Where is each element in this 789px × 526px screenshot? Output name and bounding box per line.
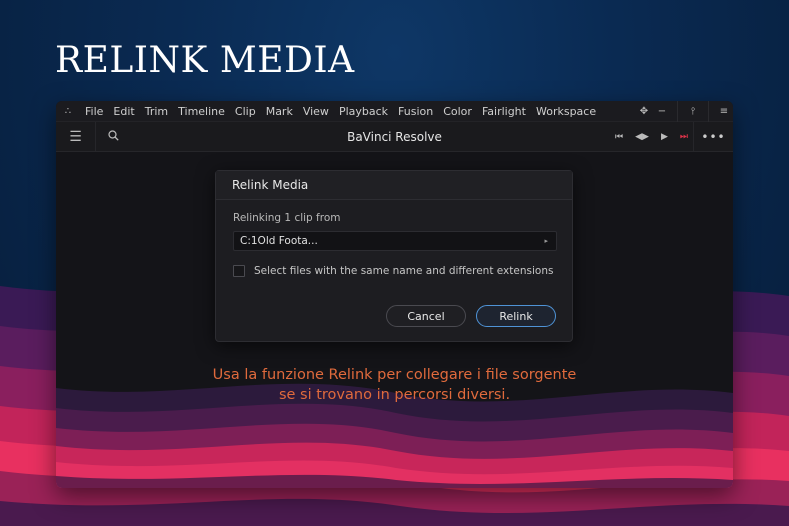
menu-color[interactable]: Color (438, 105, 477, 118)
menu-view[interactable]: View (298, 105, 334, 118)
cancel-button[interactable]: Cancel (386, 305, 466, 327)
dialog-buttons: Cancel Relink (386, 305, 556, 327)
divider (677, 101, 678, 122)
dialog-body: Relinking 1 clip from C:1Old Foota... ▸ … (216, 200, 572, 277)
window-controls: ✥ − ⫯ ≡ (635, 101, 733, 122)
network-icon[interactable]: ⫯ (684, 106, 702, 117)
same-name-option[interactable]: Select files with the same name and diff… (233, 265, 555, 277)
toolbar: ☰ BaVinci Resolve ⏮ ◀▶ ▶ ⏭ ••• (56, 121, 733, 152)
dropdown-arrow-icon: ▸ (544, 237, 548, 245)
hamburger-menu-icon[interactable]: ☰ (56, 121, 96, 152)
step-frames-icon[interactable]: ◀▶ (635, 132, 649, 142)
menu-bar: ∴ File Edit Trim Timeline Clip Mark View… (56, 101, 733, 122)
menu-timeline[interactable]: Timeline (173, 105, 230, 118)
minimize-icon[interactable]: − (653, 106, 671, 117)
menu-trim[interactable]: Trim (140, 105, 173, 118)
menu-mark[interactable]: Mark (261, 105, 298, 118)
relink-media-dialog: Relink Media Relinking 1 clip from C:1Ol… (215, 170, 573, 342)
caption-line-2: se si trovano in percorsi diversi. (278, 387, 511, 403)
source-path-dropdown[interactable]: C:1Old Foota... ▸ (233, 231, 557, 251)
same-name-checkbox[interactable] (233, 265, 245, 277)
menu-fairlight[interactable]: Fairlight (477, 105, 531, 118)
caption-text: Usa la funzione Relink per collegare i f… (56, 365, 733, 405)
resolve-logo-icon[interactable]: ∴ (56, 106, 80, 117)
app-window: ∴ File Edit Trim Timeline Clip Mark View… (56, 101, 733, 488)
divider (708, 101, 709, 122)
menu-workspace[interactable]: Workspace (531, 105, 601, 118)
menu-clip[interactable]: Clip (230, 105, 261, 118)
dialog-title: Relink Media (216, 171, 572, 200)
move-icon[interactable]: ✥ (635, 106, 653, 117)
go-to-end-icon[interactable]: ⏭ (680, 132, 688, 142)
go-to-start-icon[interactable]: ⏮ (615, 132, 623, 142)
options-icon[interactable]: ≡ (715, 106, 733, 117)
page-heading: RELINK MEDIA (55, 40, 355, 81)
menu-edit[interactable]: Edit (108, 105, 139, 118)
same-name-checkbox-label: Select files with the same name and diff… (254, 265, 554, 277)
menu-fusion[interactable]: Fusion (393, 105, 438, 118)
more-options-icon[interactable]: ••• (693, 121, 733, 152)
search-icon[interactable] (96, 129, 131, 144)
source-path-value: C:1Old Foota... (240, 235, 318, 247)
relinking-label: Relinking 1 clip from (233, 212, 341, 224)
menu-playback[interactable]: Playback (334, 105, 393, 118)
play-icon[interactable]: ▶ (661, 132, 668, 142)
relink-button[interactable]: Relink (476, 305, 556, 327)
caption-line-1: Usa la funzione Relink per collegare i f… (212, 367, 577, 383)
transport-controls: ⏮ ◀▶ ▶ ⏭ (615, 132, 688, 142)
menu-file[interactable]: File (80, 105, 108, 118)
